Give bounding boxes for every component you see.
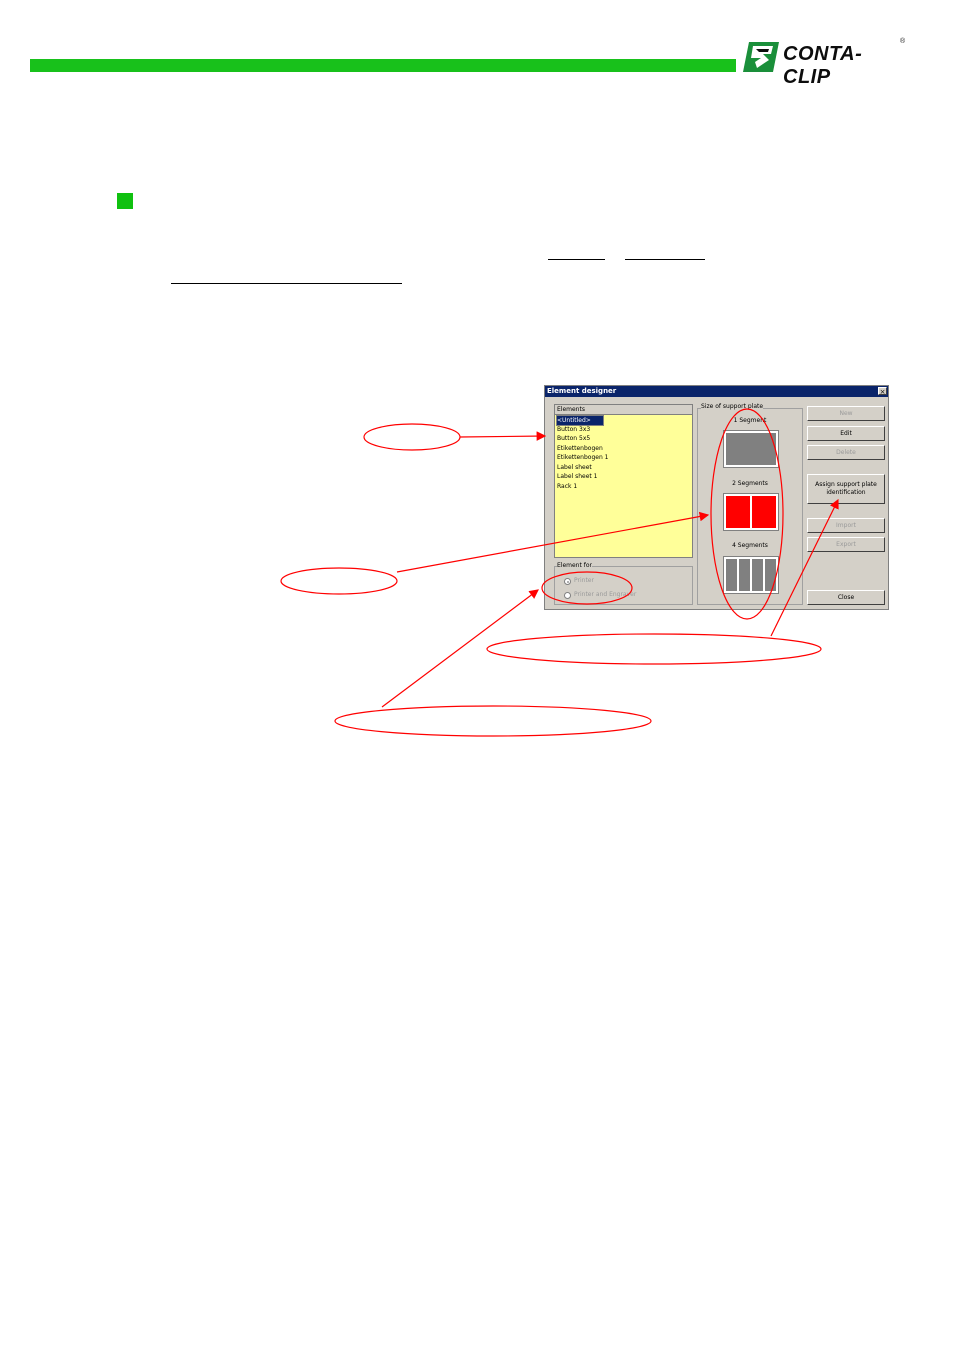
callout-element-for-ellipse bbox=[334, 705, 652, 737]
support-plate-label: Size of support plate bbox=[701, 403, 764, 411]
elements-list[interactable]: Elements <Untitled> Button 3x3 Button 5x… bbox=[554, 404, 693, 558]
list-item[interactable]: Button 3x3 bbox=[557, 425, 590, 434]
import-button[interactable]: Import bbox=[807, 518, 885, 533]
underline-link-2[interactable] bbox=[625, 259, 705, 260]
list-item[interactable]: Button 5x5 bbox=[557, 434, 590, 443]
callout-elements-arrow bbox=[459, 431, 547, 441]
element-for-label: Element for bbox=[557, 562, 592, 570]
list-item[interactable]: Etikettenbogen 1 bbox=[557, 453, 608, 462]
export-button[interactable]: Export bbox=[807, 537, 885, 552]
printer-engraver-radio-label: Printer and Engraver bbox=[574, 591, 637, 598]
element-for-group bbox=[554, 566, 693, 605]
printer-engraver-radio[interactable] bbox=[564, 592, 571, 599]
close-icon[interactable]: × bbox=[878, 387, 887, 396]
underline-link-1[interactable] bbox=[548, 259, 605, 260]
list-item[interactable]: Etikettenbogen bbox=[557, 444, 603, 453]
header-green-bar bbox=[30, 59, 736, 72]
callout-segments-ellipse bbox=[280, 567, 398, 595]
element-designer-dialog: Element designer × Elements <Untitled> B… bbox=[544, 385, 889, 610]
list-item[interactable]: Label sheet bbox=[557, 463, 592, 472]
segment-1-label: 1 Segment bbox=[733, 417, 767, 424]
callout-element-for-arrow bbox=[381, 589, 539, 708]
callout-elements-ellipse bbox=[363, 423, 461, 451]
segment-2-plate[interactable] bbox=[723, 493, 779, 531]
annotation-overlay bbox=[280, 408, 839, 737]
printer-radio[interactable] bbox=[564, 578, 571, 585]
callout-assign-ellipse bbox=[486, 633, 822, 665]
new-button[interactable]: New bbox=[807, 406, 885, 421]
assign-support-plate-button[interactable]: Assign support plate identification bbox=[807, 474, 885, 504]
logo-mark-icon bbox=[743, 42, 779, 72]
list-item[interactable]: <Untitled> bbox=[556, 415, 604, 426]
segment-4-label: 4 Segments bbox=[732, 542, 768, 549]
dialog-title: Element designer bbox=[545, 386, 888, 397]
segment-1-plate[interactable] bbox=[723, 430, 779, 468]
elements-list-header: Elements bbox=[555, 405, 692, 415]
close-button[interactable]: Close bbox=[807, 590, 885, 605]
segment-4-plate[interactable] bbox=[723, 556, 779, 594]
segment-2-label: 2 Segments bbox=[732, 480, 768, 487]
edit-button[interactable]: Edit bbox=[807, 426, 885, 441]
list-item[interactable]: Rack 1 bbox=[557, 482, 577, 491]
section-bullet bbox=[117, 193, 133, 209]
printer-radio-label: Printer bbox=[574, 577, 594, 584]
conta-clip-logo: CONTA-CLIP ® bbox=[743, 38, 906, 88]
list-item[interactable]: Label sheet 1 bbox=[557, 472, 597, 481]
logo-text: CONTA-CLIP bbox=[783, 43, 863, 88]
underline-link-3[interactable] bbox=[171, 283, 402, 284]
logo-registered-mark: ® bbox=[900, 38, 906, 45]
delete-button[interactable]: Delete bbox=[807, 445, 885, 460]
